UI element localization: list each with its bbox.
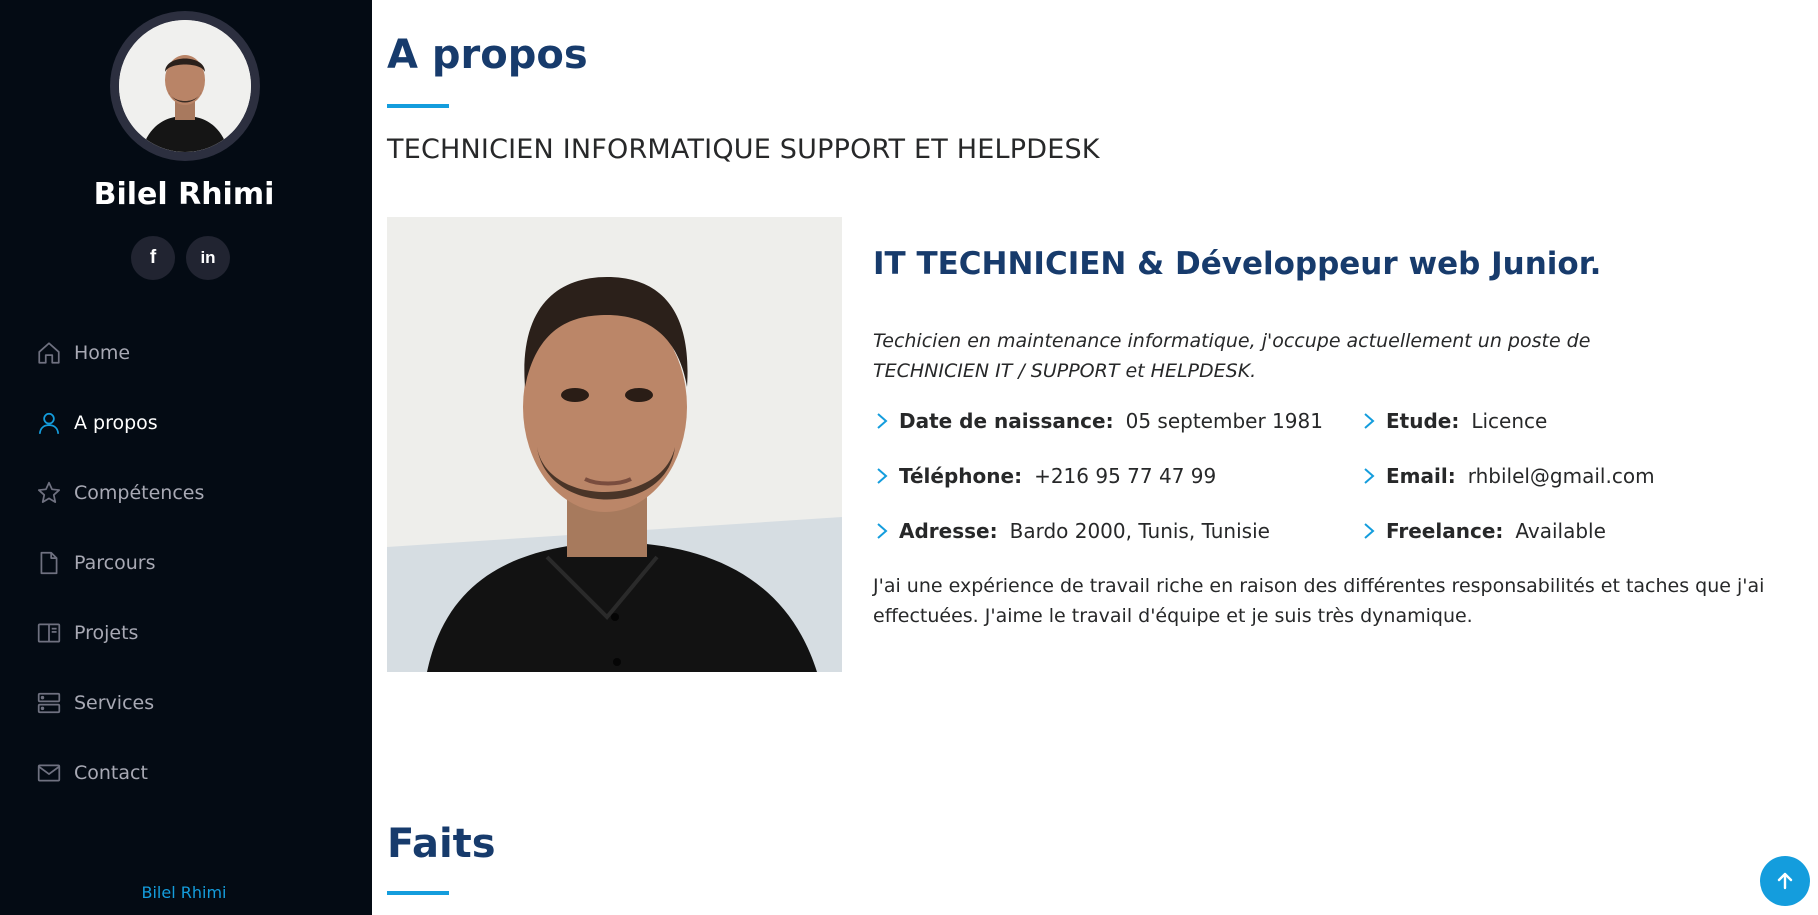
info-address: Adresse: Bardo 2000, Tunis, Tunisie [873,519,1270,543]
chevron-right-icon [1364,468,1375,484]
facts-title: Faits [387,821,496,867]
person-icon [38,412,60,434]
chevron-right-icon [877,413,888,429]
portrait-image [387,217,842,672]
nav-item-home[interactable]: Home [0,318,372,388]
intro-line-1: Techicien en maintenance informatique, j… [873,330,1591,352]
info-value: rhbilel@gmail.com [1467,464,1655,488]
nav-label: A propos [74,412,158,434]
info-value: Licence [1471,409,1548,433]
chevron-right-icon [1364,413,1375,429]
profile-avatar [110,11,260,161]
info-label: Freelance: [1386,519,1504,543]
nav-item-services[interactable]: Services [0,668,372,738]
nav-item-contact[interactable]: Contact [0,738,372,808]
main-content: A propos TECHNICIEN INFORMATIQUE SUPPORT… [372,0,1818,915]
nav-label: Services [74,692,155,714]
title-underline [387,104,449,108]
info-freelance: Freelance: Available [1360,519,1606,543]
arrow-up-icon [1777,872,1793,890]
info-label: Date de naissance: [899,409,1114,433]
sidebar: Bilel Rhimi f in Home A propos Compétenc… [0,0,372,915]
about-description: J'ai une expérience de travail riche en … [873,571,1773,631]
linkedin-icon: in [200,248,216,267]
info-study: Etude: Licence [1360,409,1547,433]
info-value: Bardo 2000, Tunis, Tunisie [1009,519,1270,543]
about-subtitle: TECHNICIEN INFORMATIQUE SUPPORT ET HELPD… [387,134,1100,165]
linkedin-link[interactable]: in [186,236,230,280]
book-icon [37,623,61,643]
facebook-link[interactable]: f [131,236,175,280]
chevron-right-icon [1364,523,1375,539]
facebook-icon: f [149,247,157,268]
chevron-right-icon [877,468,888,484]
footer-credit-link[interactable]: Bilel Rhimi [0,883,368,902]
nav-item-competences[interactable]: Compétences [0,458,372,528]
nav-item-projets[interactable]: Projets [0,598,372,668]
content-title: IT TECHNICIEN & Développeur web Junior. [873,246,1602,282]
description-line-1: J'ai une expérience de travail riche en … [873,575,1765,597]
chevron-right-icon [877,523,888,539]
nav-item-a-propos[interactable]: A propos [0,388,372,458]
intro-text: Techicien en maintenance informatique, j… [873,326,1613,386]
star-icon [37,481,61,503]
info-label: Email: [1386,464,1456,488]
server-icon [37,692,61,714]
info-label: Téléphone: [899,464,1023,488]
info-value: Available [1515,519,1606,543]
file-icon [40,551,58,575]
about-photo [387,217,842,672]
profile-photo [119,20,251,152]
facts-title-underline [387,891,449,895]
description-line-2: effectuées. J'aime le travail d'équipe e… [873,605,1473,627]
about-title: A propos [387,32,588,78]
back-to-top-button[interactable] [1760,856,1810,906]
info-label: Adresse: [899,519,998,543]
nav-label: Home [74,342,131,364]
info-birth: Date de naissance: 05 september 1981 [873,409,1323,433]
envelope-icon [37,764,61,782]
info-email: Email: rhbilel@gmail.com [1360,464,1655,488]
nav-label: Projets [74,622,139,644]
nav-label: Parcours [74,552,156,574]
nav-label: Compétences [74,482,205,504]
info-value: 05 september 1981 [1125,409,1323,433]
profile-name: Bilel Rhimi [93,177,275,212]
nav-item-parcours[interactable]: Parcours [0,528,372,598]
info-phone: Téléphone: +216 95 77 47 99 [873,464,1216,488]
info-label: Etude: [1386,409,1460,433]
nav-menu: Home A propos Compétences Parcours Proje… [0,318,372,808]
nav-label: Contact [74,762,148,784]
house-icon [38,342,60,364]
info-value: +216 95 77 47 99 [1034,464,1217,488]
intro-line-2: TECHNICIEN IT / SUPPORT et HELPDESK. [873,360,1257,382]
